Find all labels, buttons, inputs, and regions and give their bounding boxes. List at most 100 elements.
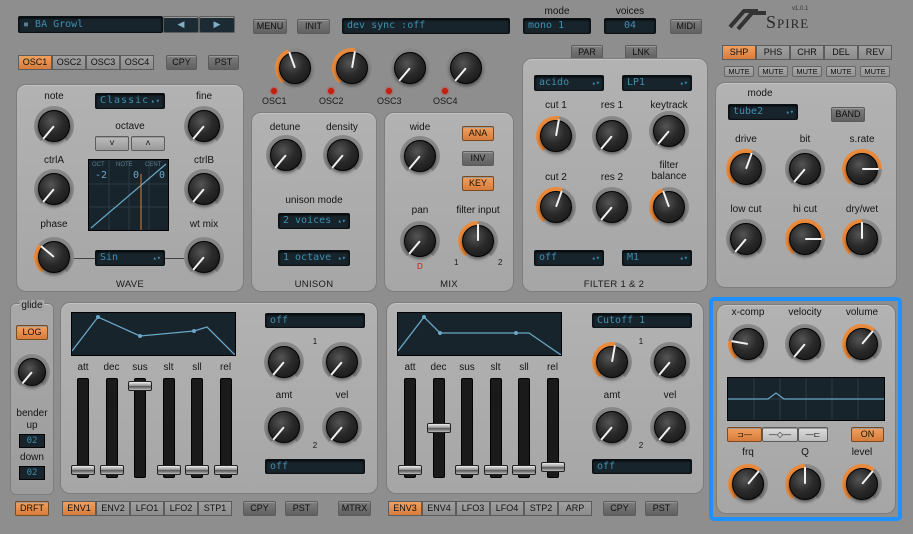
osc1-level-knob[interactable] [275, 48, 315, 88]
velocity-knob[interactable] [785, 324, 825, 364]
mod-tab-env3[interactable]: ENV3 [388, 501, 422, 516]
pan-knob[interactable] [400, 221, 440, 261]
env3-dec-fader[interactable] [426, 378, 451, 478]
ana-button[interactable]: ANA [462, 126, 494, 141]
eq-peak-button[interactable]: —◇— [762, 427, 798, 442]
filter-routing-select-1[interactable]: off ▴▾ [534, 250, 604, 266]
glide-log-button[interactable]: LOG [16, 325, 48, 340]
detune-knob[interactable] [266, 135, 306, 175]
res1-knob[interactable] [592, 116, 632, 156]
env1-mod1-knob[interactable] [264, 342, 304, 382]
cut2-knob[interactable] [536, 187, 576, 227]
env3-rel-fader-cap[interactable] [540, 462, 565, 472]
bender-up-value[interactable]: 02 [19, 434, 45, 448]
osc-paste-button[interactable]: PST [208, 55, 239, 70]
xcomp-knob[interactable] [728, 324, 768, 364]
osc-tab-2[interactable]: OSC2 [52, 55, 86, 70]
band-button[interactable]: BAND [831, 107, 865, 122]
fx-tab-rev[interactable]: REV [858, 45, 892, 60]
filter-input-knob[interactable] [458, 221, 498, 261]
env1-vel-knob[interactable] [322, 407, 362, 447]
env3-sus-fader-cap[interactable] [455, 465, 479, 475]
env1-rel-fader[interactable] [213, 378, 238, 478]
init-button[interactable]: INIT [297, 19, 330, 34]
env3-mod1-knob[interactable] [592, 342, 632, 382]
mode-select[interactable]: mono 1 [523, 18, 591, 34]
env1-dest2-select[interactable]: off [265, 459, 365, 474]
mod-left-copy-button[interactable]: CPY [243, 501, 276, 516]
mod-left-paste-button[interactable]: PST [285, 501, 318, 516]
srate-knob[interactable] [842, 149, 882, 189]
frq-knob[interactable] [728, 464, 768, 504]
bit-knob[interactable] [785, 149, 825, 189]
mod-tab-lfo2[interactable]: LFO2 [164, 501, 198, 516]
env1-att-fader[interactable] [71, 378, 95, 478]
mod-tab-lfo1[interactable]: LFO1 [130, 501, 164, 516]
fx-tab-phs[interactable]: PHS [756, 45, 790, 60]
env3-sll-fader[interactable] [512, 378, 536, 478]
mod-right-copy-button[interactable]: CPY [603, 501, 636, 516]
glide-knob[interactable] [14, 354, 50, 390]
drywet-knob[interactable] [842, 219, 882, 259]
mod-tab-lfo4[interactable]: LFO4 [490, 501, 524, 516]
voices-select[interactable]: 04 [604, 18, 656, 34]
q-knob[interactable] [785, 464, 825, 504]
level-knob[interactable] [842, 464, 882, 504]
mute-button-rev[interactable]: MUTE [860, 66, 890, 77]
wave-select[interactable]: Sin ▴▾ [95, 250, 165, 266]
osc-tab-4[interactable]: OSC4 [120, 55, 154, 70]
mod-right-paste-button[interactable]: PST [645, 501, 678, 516]
env3-sus-fader[interactable] [455, 378, 479, 478]
ctrlA-knob[interactable] [34, 169, 74, 209]
env1-dec-fader-cap[interactable] [99, 465, 124, 475]
env3-vel-knob[interactable] [650, 407, 690, 447]
lowcut-knob[interactable] [726, 219, 766, 259]
drft-button[interactable]: DRFT [15, 501, 49, 516]
mod-tab-lfo3[interactable]: LFO3 [456, 501, 490, 516]
wavetable-display[interactable]: Classic ▴▾ [95, 93, 165, 109]
unison-voices-select[interactable]: 2 voices ▴▾ [278, 213, 350, 229]
menu-button[interactable]: MENU [253, 19, 287, 34]
env1-dest1-select[interactable]: off [265, 313, 365, 328]
filter1-type-select[interactable]: acido ▴▾ [534, 75, 604, 91]
env3-mod2-knob[interactable] [650, 342, 690, 382]
env3-amt-knob[interactable] [592, 407, 632, 447]
env1-amt-knob[interactable] [264, 407, 304, 447]
preset-next-button[interactable]: ▶ [199, 16, 235, 33]
env1-sus-fader-cap[interactable] [128, 381, 152, 391]
filter-routing-select-2[interactable]: M1 ▴▾ [622, 250, 692, 266]
env3-dest2-select[interactable]: off [592, 459, 692, 474]
midi-button[interactable]: MIDI [670, 19, 702, 34]
mute-button-chr[interactable]: MUTE [792, 66, 822, 77]
mod-tab-arp[interactable]: ARP [558, 501, 592, 516]
wt-mix-knob[interactable] [184, 237, 224, 277]
drive-knob[interactable] [726, 149, 766, 189]
env3-sll-fader-cap[interactable] [512, 465, 536, 475]
env1-rel-fader-cap[interactable] [213, 465, 238, 475]
volume-knob[interactable] [842, 324, 882, 364]
mod-tab-env4[interactable]: ENV4 [422, 501, 456, 516]
env3-att-fader-cap[interactable] [398, 465, 422, 475]
wide-knob[interactable] [400, 136, 440, 176]
env1-att-fader-cap[interactable] [71, 465, 95, 475]
osc2-level-knob[interactable] [332, 48, 372, 88]
env1-slt-fader-cap[interactable] [156, 465, 181, 475]
env1-slt-fader[interactable] [156, 378, 181, 478]
filter-balance-knob[interactable] [649, 187, 689, 227]
env1-sll-fader-cap[interactable] [185, 465, 209, 475]
mod-tab-env2[interactable]: ENV2 [96, 501, 130, 516]
keytrack-knob[interactable] [649, 111, 689, 151]
density-knob[interactable] [323, 135, 363, 175]
osc-tab-3[interactable]: OSC3 [86, 55, 120, 70]
unison-octave-select[interactable]: 1 octave ▴▾ [278, 250, 350, 266]
osc-tab-1[interactable]: OSC1 [18, 55, 52, 70]
osc-copy-button[interactable]: CPY [166, 55, 197, 70]
fx-tab-chr[interactable]: CHR [790, 45, 824, 60]
cut1-knob[interactable] [536, 116, 576, 156]
env3-rel-fader[interactable] [540, 378, 565, 478]
eq-highshelf-button[interactable]: —⊏ [798, 427, 828, 442]
preset-prev-button[interactable]: ◀ [163, 16, 199, 33]
mute-button-phs[interactable]: MUTE [758, 66, 788, 77]
fx-tab-shp[interactable]: SHP [722, 45, 756, 60]
fx-tab-del[interactable]: DEL [824, 45, 858, 60]
